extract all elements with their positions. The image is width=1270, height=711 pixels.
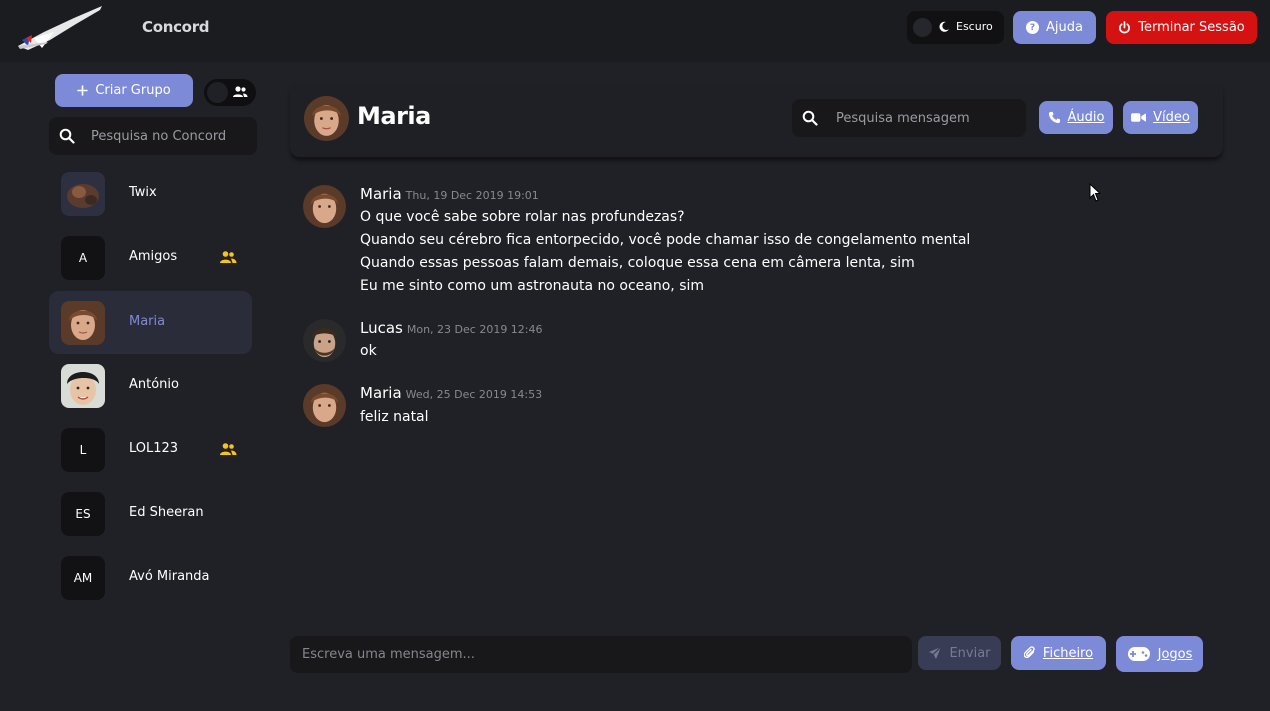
contact-name: Avó Miranda [129, 569, 210, 584]
contact-name: Ed Sheeran [129, 505, 204, 520]
paperclip-icon [1023, 646, 1035, 659]
chat-avatar [304, 96, 349, 141]
message-timestamp: Mon, 23 Dec 2019 12:46 [406, 323, 543, 336]
theme-label: Escuro [956, 20, 993, 33]
contact-name: António [129, 377, 179, 392]
groups-filter-toggle[interactable] [204, 79, 256, 106]
message-header: Maria Wed, 25 Dec 2019 14:53 [360, 384, 542, 402]
message-header: Lucas Mon, 23 Dec 2019 12:46 [360, 319, 543, 337]
send-button[interactable]: Enviar [918, 636, 1001, 670]
message-input[interactable] [290, 636, 912, 673]
search-icon [802, 110, 818, 126]
group-icon [220, 251, 237, 263]
avatar: L [61, 428, 105, 472]
users-icon [233, 86, 248, 97]
avatar: AM [61, 556, 105, 600]
video-call-button[interactable]: Vídeo [1123, 101, 1198, 134]
contact-item-lol123[interactable]: L LOL123 [49, 418, 252, 481]
app-title: Concord [142, 18, 210, 36]
contact-name: Amigos [129, 249, 178, 264]
contact-item-twix[interactable]: Twix [49, 162, 252, 225]
avatar: ES [61, 492, 105, 536]
contact-item-amigos[interactable]: A Amigos [49, 226, 252, 289]
avatar: A [61, 236, 105, 280]
chat-header: Maria Áudio Vídeo [290, 82, 1223, 157]
top-bar: Concord Escuro ? Ajuda Terminar Sessão [0, 0, 1270, 62]
mouse-pointer-icon [1089, 183, 1101, 202]
chat-title: Maria [357, 102, 431, 130]
message-author: Maria [360, 384, 402, 402]
contact-item-antonio[interactable]: António [49, 354, 252, 417]
send-label: Enviar [949, 645, 991, 661]
message-avatar [303, 319, 346, 362]
audio-label: Áudio [1067, 110, 1105, 125]
avatar [61, 172, 105, 216]
moon-icon [939, 21, 949, 32]
message-search [792, 99, 1026, 137]
question-icon: ? [1026, 21, 1040, 34]
message-author: Maria [360, 185, 402, 203]
message-text: ok [360, 343, 377, 359]
create-group-label: Criar Grupo [95, 83, 171, 98]
message-search-input[interactable] [836, 99, 1016, 137]
sidebar-search [49, 117, 257, 155]
help-button[interactable]: ? Ajuda [1013, 11, 1096, 44]
message-avatar [303, 384, 346, 427]
search-icon [59, 128, 75, 144]
toggle-knob [207, 82, 228, 103]
help-label: Ajuda [1046, 20, 1083, 35]
create-group-button[interactable]: Criar Grupo [55, 74, 193, 107]
message-text: feliz natal [360, 409, 429, 425]
power-icon [1119, 21, 1131, 34]
plus-icon [77, 85, 89, 96]
contact-item-maria[interactable]: Maria [49, 291, 252, 354]
message-avatar [303, 185, 346, 228]
attach-file-button[interactable]: Ficheiro [1011, 636, 1106, 670]
games-button[interactable]: Jogos [1116, 636, 1203, 672]
video-label: Vídeo [1153, 110, 1190, 125]
contact-name: LOL123 [129, 441, 179, 456]
message-text: O que você sabe sobre rolar nas profunde… [360, 209, 685, 225]
sidebar-search-input[interactable] [91, 117, 251, 155]
avatar [61, 364, 105, 408]
message-text: Quando essas pessoas falam demais, coloq… [360, 255, 915, 271]
message-text: Eu me sinto como um astronauta no oceano… [360, 278, 705, 294]
contact-item-avo-miranda[interactable]: AM Avó Miranda [49, 546, 252, 609]
logout-label: Terminar Sessão [1138, 20, 1245, 35]
contact-item-ed-sheeran[interactable]: ES Ed Sheeran [49, 482, 252, 545]
message-composer [290, 636, 912, 673]
games-label: Jogos [1157, 646, 1193, 662]
toggle-knob [913, 18, 932, 37]
contact-name: Twix [129, 185, 157, 200]
message-timestamp: Thu, 19 Dec 2019 19:01 [405, 189, 539, 202]
message-text: Quando seu cérebro fica entorpecido, voc… [360, 232, 971, 248]
contact-name: Maria [129, 314, 166, 329]
message-timestamp: Wed, 25 Dec 2019 14:53 [405, 388, 543, 401]
phone-icon [1048, 111, 1060, 124]
group-icon [220, 443, 237, 455]
paper-plane-icon [929, 646, 942, 659]
message-header: Maria Thu, 19 Dec 2019 19:01 [360, 185, 539, 203]
video-camera-icon [1131, 113, 1147, 122]
gamepad-icon [1127, 647, 1150, 661]
logout-button[interactable]: Terminar Sessão [1106, 11, 1257, 44]
file-label: Ficheiro [1042, 645, 1094, 661]
concorde-logo [18, 6, 102, 50]
dark-mode-toggle[interactable]: Escuro [907, 11, 1004, 44]
avatar [61, 301, 105, 345]
audio-call-button[interactable]: Áudio [1039, 101, 1113, 134]
message-author: Lucas [360, 319, 403, 337]
